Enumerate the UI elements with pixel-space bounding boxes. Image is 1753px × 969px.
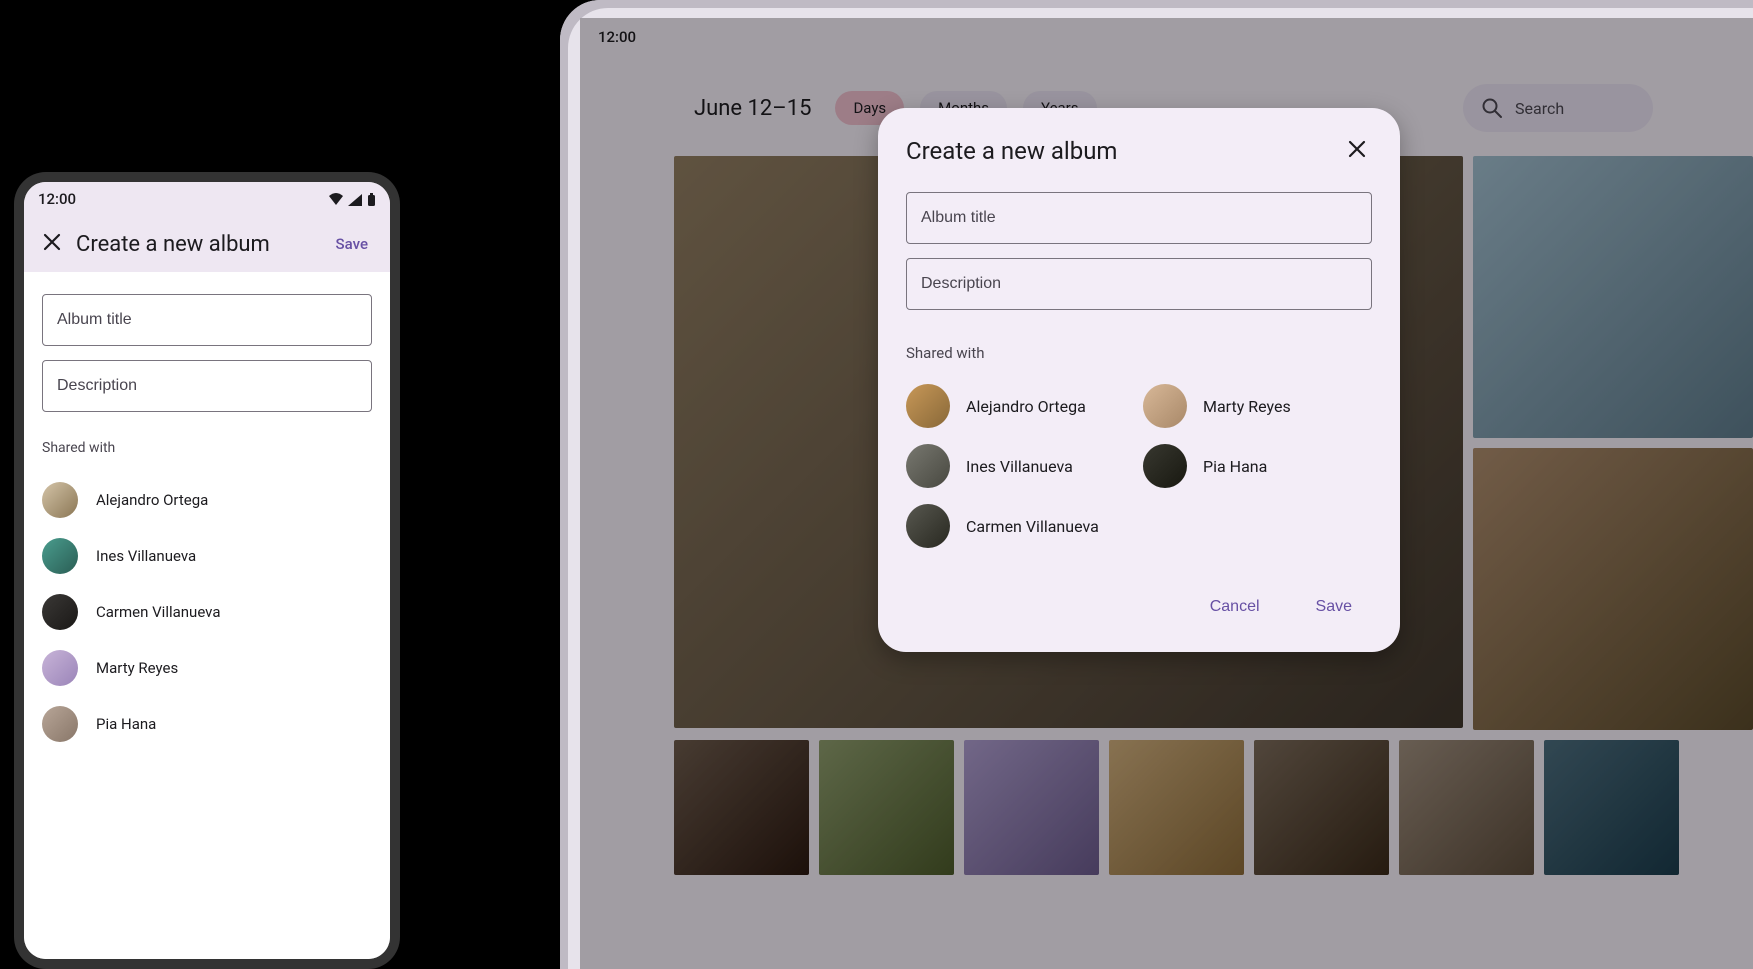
contact-name: Carmen Villanueva (96, 603, 221, 621)
phone-app-bar-title: Create a new album (76, 232, 326, 257)
shared-with-label: Shared with (42, 440, 372, 456)
create-album-dialog: Create a new album Shared with Alejandro… (878, 108, 1400, 652)
contact-row[interactable]: Carmen Villanueva (42, 584, 372, 640)
contact-row[interactable]: Marty Reyes (42, 640, 372, 696)
contact-name: Alejandro Ortega (966, 397, 1086, 416)
status-icons (328, 190, 376, 208)
dialog-close-button[interactable] (1342, 134, 1372, 168)
avatar (906, 444, 950, 488)
tablet-screen: 12:00 June 12–15 Days Months Years Searc… (580, 18, 1753, 969)
dialog-title: Create a new album (906, 137, 1342, 165)
wifi-icon (328, 193, 344, 207)
contact-row[interactable]: Pia Hana (42, 696, 372, 752)
dialog-actions: Cancel Save (906, 588, 1372, 626)
contact-row[interactable]: Marty Reyes (1143, 380, 1372, 432)
avatar (906, 504, 950, 548)
phone-clock: 12:00 (38, 190, 76, 208)
close-icon (42, 232, 62, 252)
close-button[interactable] (36, 226, 68, 262)
save-button[interactable]: Save (326, 227, 378, 261)
contact-row[interactable]: Ines Villanueva (42, 528, 372, 584)
avatar (906, 384, 950, 428)
tablet-device-frame: 12:00 June 12–15 Days Months Years Searc… (560, 0, 1753, 969)
contact-row[interactable]: Alejandro Ortega (42, 472, 372, 528)
phone-statusbar: 12:00 (24, 182, 390, 216)
phone-device-frame: 12:00 Create a new album Save Shared wit… (14, 172, 400, 969)
album-title-input[interactable] (42, 294, 372, 346)
avatar (42, 594, 78, 630)
dialog-save-button[interactable]: Save (1302, 588, 1366, 626)
contact-name: Alejandro Ortega (96, 491, 208, 509)
contact-name: Carmen Villanueva (966, 517, 1099, 536)
cancel-button[interactable]: Cancel (1196, 588, 1274, 626)
close-icon (1346, 138, 1368, 160)
phone-contacts-list: Alejandro Ortega Ines Villanueva Carmen Vi… (42, 472, 372, 752)
contact-row[interactable]: Pia Hana (1143, 440, 1372, 492)
dialog-album-title-input[interactable] (906, 192, 1372, 244)
avatar (42, 482, 78, 518)
contact-name: Marty Reyes (96, 659, 178, 677)
description-input[interactable] (42, 360, 372, 412)
contact-name: Pia Hana (96, 715, 156, 733)
phone-app-bar: Create a new album Save (24, 216, 390, 272)
avatar (42, 706, 78, 742)
contact-name: Ines Villanueva (966, 457, 1073, 476)
dialog-shared-with-label: Shared with (906, 344, 1372, 362)
dialog-header: Create a new album (906, 134, 1372, 168)
contact-row[interactable]: Ines Villanueva (906, 440, 1135, 492)
dialog-contacts-grid: Alejandro Ortega Marty Reyes Ines Villanue… (906, 380, 1372, 552)
avatar (42, 538, 78, 574)
contact-row[interactable]: Carmen Villanueva (906, 500, 1135, 552)
phone-content: Shared with Alejandro Ortega Ines Villanu… (24, 272, 390, 959)
avatar (42, 650, 78, 686)
avatar (1143, 444, 1187, 488)
avatar (1143, 384, 1187, 428)
contact-row[interactable]: Alejandro Ortega (906, 380, 1135, 432)
phone-screen: 12:00 Create a new album Save Shared wit… (24, 182, 390, 959)
contact-name: Marty Reyes (1203, 397, 1291, 416)
signal-icon (347, 193, 363, 207)
contact-name: Pia Hana (1203, 457, 1267, 476)
contact-name: Ines Villanueva (96, 547, 196, 565)
dialog-description-input[interactable] (906, 258, 1372, 310)
battery-icon (367, 193, 376, 207)
